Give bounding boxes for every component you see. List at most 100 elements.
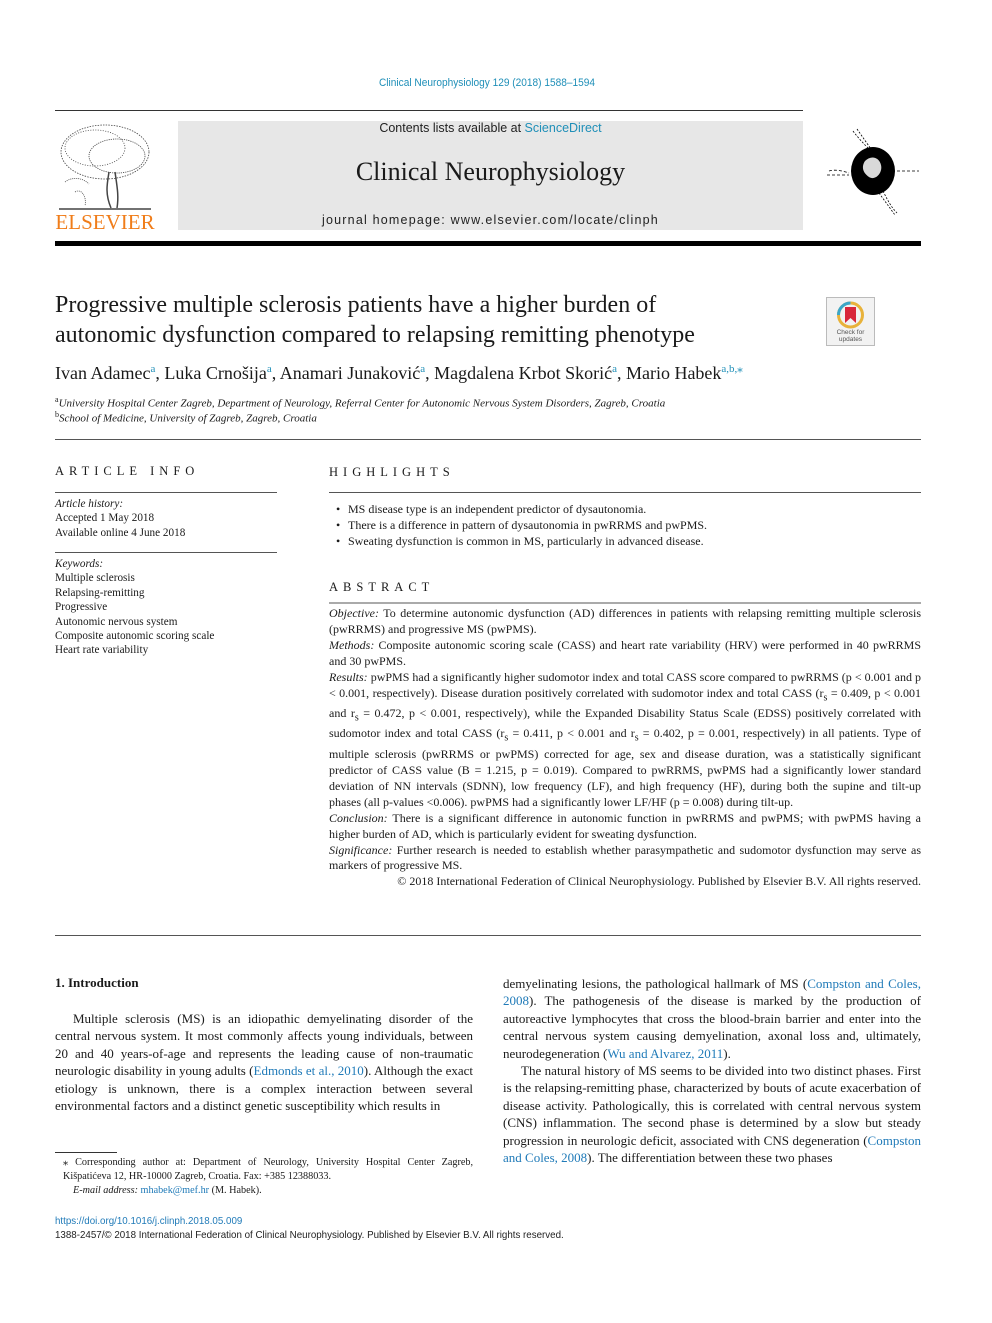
methods-label: Methods: bbox=[329, 637, 375, 652]
abstract-conclusion: Conclusion: There is a significant diffe… bbox=[329, 811, 921, 843]
bullet-icon: • bbox=[336, 502, 341, 516]
body-column-left: Multiple sclerosis (MS) is an idiopathic… bbox=[55, 1010, 473, 1140]
methods-text: Composite autonomic scoring scale (CASS)… bbox=[329, 637, 922, 668]
author-name[interactable]: Magdalena Krbot Skorić bbox=[434, 363, 612, 383]
author-affiliation-mark[interactable]: a bbox=[612, 363, 617, 375]
header-thick-rule bbox=[55, 241, 921, 246]
divider bbox=[55, 492, 277, 493]
significance-label: Significance: bbox=[329, 842, 393, 857]
journal-homepage[interactable]: journal homepage: www.elsevier.com/locat… bbox=[178, 213, 803, 227]
intro-paragraph-2: The natural history of MS seems to be di… bbox=[503, 1062, 921, 1166]
email-line: E-mail address: mhabek@mef.hr (M. Habek)… bbox=[55, 1184, 473, 1198]
divider bbox=[329, 492, 921, 493]
corresponding-author-text: ⁎ Corresponding author at: Department of… bbox=[63, 1157, 473, 1182]
highlight-item: • Sweating dysfunction is common in MS, p… bbox=[332, 533, 921, 549]
journal-cover-emblem bbox=[825, 125, 921, 217]
bullet-icon: • bbox=[336, 534, 341, 548]
highlights-heading: HIGHLIGHTS bbox=[329, 465, 455, 479]
footnote-rule bbox=[55, 1152, 117, 1153]
paragraph-text: demyelinating lesions, the pathological … bbox=[503, 976, 808, 991]
conclusion-text: There is a significant difference in aut… bbox=[329, 810, 921, 841]
crossmark-label-2: updates bbox=[839, 336, 863, 343]
significance-text: Further research is needed to establish … bbox=[329, 842, 922, 873]
article-title: Progressive multiple sclerosis patients … bbox=[55, 290, 815, 350]
author-name[interactable]: Ivan Adamec bbox=[55, 363, 150, 383]
highlight-item: • There is a difference in pattern of dys… bbox=[332, 517, 921, 533]
reference-link[interactable]: Wu and Alvarez, 2011 bbox=[607, 1046, 723, 1061]
abstract-results: Results: pwPMS had a significantly highe… bbox=[329, 670, 921, 811]
keyword: Progressive bbox=[55, 601, 108, 614]
doi-link[interactable]: https://doi.org/10.1016/j.clinph.2018.05… bbox=[55, 1215, 242, 1227]
check-for-updates-button[interactable]: Check for updates bbox=[826, 297, 875, 346]
affiliation-b: bSchool of Medicine, University of Zagre… bbox=[55, 410, 935, 425]
email-owner: (M. Habek). bbox=[209, 1185, 262, 1196]
results-text: = 0.411, p < 0.001 and r bbox=[508, 726, 635, 741]
paragraph-text: ). bbox=[723, 1045, 731, 1061]
history-accepted: Accepted 1 May 2018 bbox=[55, 512, 155, 525]
reference-link[interactable]: Edmonds et al., 2010 bbox=[254, 1063, 364, 1078]
abstract-significance: Significance: Further research is needed… bbox=[329, 843, 921, 875]
article-info-heading: ARTICLE INFO bbox=[55, 464, 200, 478]
divider bbox=[55, 935, 921, 936]
objective-label: Objective: bbox=[329, 606, 379, 620]
affiliation-text: University Hospital Center Zagreb, Depar… bbox=[58, 397, 666, 410]
intro-paragraph-1: Multiple sclerosis (MS) is an idiopathic… bbox=[55, 1010, 473, 1114]
crossmark-label-1: Check for bbox=[837, 329, 866, 336]
article-history: Article history: Accepted 1 May 2018 Ava… bbox=[55, 497, 277, 540]
corresponding-author-footnote: ⁎ Corresponding author at: Department of… bbox=[55, 1156, 473, 1198]
objective-text: To determine autonomic dysfunction (AD) … bbox=[329, 606, 921, 636]
highlight-text: There is a difference in pattern of dysa… bbox=[348, 518, 708, 532]
conclusion-label: Conclusion: bbox=[329, 810, 388, 825]
title-line-1: Progressive multiple sclerosis patients … bbox=[55, 292, 657, 318]
affiliation-text: School of Medicine, University of Zagreb… bbox=[59, 412, 317, 425]
history-online: Available online 4 June 2018 bbox=[55, 526, 186, 539]
highlights-list: • MS disease type is an independent predi… bbox=[332, 501, 921, 549]
affiliation-a: aUniversity Hospital Center Zagreb, Depa… bbox=[55, 395, 935, 410]
abstract-heading: ABSTRACT bbox=[329, 580, 435, 594]
contents-prefix: Contents lists available at bbox=[379, 121, 525, 135]
title-line-2: autonomic dysfunction compared to relaps… bbox=[55, 322, 695, 348]
divider bbox=[329, 602, 921, 604]
highlight-text: Sweating dysfunction is common in MS, pa… bbox=[348, 534, 704, 548]
paragraph-text: The natural history of MS seems to be di… bbox=[503, 1063, 921, 1148]
keyword: Autonomic nervous system bbox=[55, 615, 178, 628]
globe-emblem-icon bbox=[827, 128, 919, 216]
abstract-methods: Methods: Composite autonomic scoring sca… bbox=[329, 638, 921, 670]
email-link[interactable]: mhabek@mef.hr bbox=[141, 1185, 210, 1196]
author-name[interactable]: Mario Habek bbox=[626, 363, 721, 383]
highlight-item: • MS disease type is an independent predi… bbox=[332, 501, 921, 517]
paragraph-text: ). The differentiation between these two… bbox=[587, 1150, 833, 1166]
author-name[interactable]: Anamari Junaković bbox=[280, 363, 420, 383]
tree-icon bbox=[59, 124, 151, 210]
keywords: Keywords: Multiple sclerosis Relapsing-r… bbox=[55, 557, 277, 658]
keyword: Composite autonomic scoring scale bbox=[55, 630, 215, 643]
author-list: Ivan Adameca, Luka Crnošijaa, Anamari Ju… bbox=[55, 363, 743, 383]
author-name[interactable]: Luka Crnošija bbox=[164, 363, 266, 383]
keyword: Multiple sclerosis bbox=[55, 572, 135, 585]
body-column-right-text: demyelinating lesions, the pathological … bbox=[503, 975, 921, 1166]
author-affiliation-mark[interactable]: a,b,⁎ bbox=[721, 363, 742, 375]
keywords-label: Keywords: bbox=[55, 558, 104, 570]
journal-name: Clinical Neurophysiology bbox=[355, 157, 626, 186]
highlight-text: MS disease type is an independent predic… bbox=[348, 502, 647, 516]
introduction-heading: 1. Introduction bbox=[55, 975, 139, 990]
elsevier-wordmark: ELSEVIER bbox=[55, 210, 155, 234]
author-affiliation-mark[interactable]: a bbox=[267, 363, 272, 375]
sciencedirect-link[interactable]: ScienceDirect bbox=[525, 121, 602, 135]
crossmark-icon: Check for updates bbox=[837, 301, 866, 343]
intro-paragraph-1-end: demyelinating lesions, the pathological … bbox=[503, 975, 921, 1062]
history-label: Article history: bbox=[55, 498, 124, 510]
keyword: Relapsing-remitting bbox=[55, 586, 145, 599]
issn-copyright: 1388-2457/© 2018 International Federatio… bbox=[55, 1229, 564, 1241]
abstract-copyright: © 2018 International Federation of Clini… bbox=[397, 874, 921, 889]
email-label: E-mail address: bbox=[73, 1185, 138, 1196]
abstract-body: Objective: To determine autonomic dysfun… bbox=[329, 606, 921, 890]
keyword: Heart rate variability bbox=[55, 644, 149, 657]
divider bbox=[55, 439, 921, 440]
abstract-objective: Objective: To determine autonomic dysfun… bbox=[329, 606, 921, 638]
author-affiliation-mark[interactable]: a bbox=[150, 363, 155, 375]
contents-line: Contents lists available at ScienceDirec… bbox=[178, 121, 803, 135]
divider bbox=[55, 552, 277, 553]
author-affiliation-mark[interactable]: a bbox=[420, 363, 425, 375]
journal-citation[interactable]: Clinical Neurophysiology 129 (2018) 1588… bbox=[39, 77, 935, 89]
